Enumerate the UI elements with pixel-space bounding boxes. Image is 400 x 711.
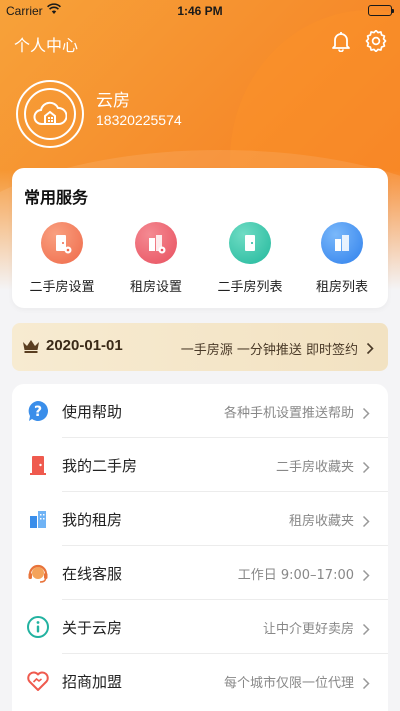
menu-item-title: 在线客服 [62, 565, 123, 583]
door-list-icon [229, 222, 271, 264]
menu-item-subtitle: 工作日 9:00–17:00 [237, 568, 354, 583]
menu-item-about[interactable]: 关于云房 让中介更好卖房 [12, 600, 388, 654]
status-bar: Carrier 1:46 PM [0, 0, 400, 22]
menu-item-subtitle: 二手房收藏夹 [275, 460, 354, 475]
gear-icon[interactable] [365, 29, 387, 53]
menu-item-help[interactable]: ? 使用帮助 各种手机设置推送帮助 [12, 384, 388, 438]
menu-item-my-used-house[interactable]: 我的二手房 二手房收藏夹 [12, 438, 388, 492]
menu-item-title: 招商加盟 [62, 673, 123, 691]
door-settings-icon [41, 222, 83, 264]
door-icon [26, 453, 50, 477]
chevron-right-icon [362, 567, 370, 586]
handshake-icon [26, 669, 50, 693]
menu-item-online-service[interactable]: 在线客服 工作日 9:00–17:00 [12, 546, 388, 600]
bell-icon[interactable] [330, 30, 352, 53]
service-label: 二手房设置 [29, 280, 95, 295]
common-services-card: 常用服务 二手房设置 租房设置 二手房列表 租房列表 [12, 168, 388, 308]
building-icon [26, 507, 50, 531]
vip-banner[interactable]: 2020-01-01 一手房源 一分钟推送 即时签约 [12, 323, 388, 371]
avatar[interactable] [16, 80, 84, 148]
crown-icon [22, 338, 40, 358]
info-icon [26, 615, 50, 639]
service-label: 租房列表 [315, 280, 368, 295]
menu-item-subtitle: 让中介更好卖房 [262, 622, 354, 637]
services-title: 常用服务 [24, 188, 89, 207]
building-settings-icon [135, 222, 177, 264]
vip-benefits: 一手房源 一分钟推送 即时签约 [180, 343, 358, 358]
battery-icon [368, 5, 394, 16]
page-title: 个人中心 [14, 36, 79, 55]
menu-item-title: 关于云房 [62, 619, 123, 637]
menu-item-subtitle: 各种手机设置推送帮助 [223, 406, 354, 421]
chevron-right-icon [362, 459, 370, 478]
chevron-right-icon [362, 513, 370, 532]
svg-text:?: ? [34, 404, 42, 420]
menu-item-subtitle: 每个城市仅限一位代理 [223, 676, 354, 691]
user-name: 云房 [96, 91, 130, 111]
service-rental-settings[interactable]: 租房设置 [112, 222, 200, 298]
menu-item-subtitle: 租房收藏夹 [288, 514, 354, 529]
clock: 1:46 PM [177, 4, 223, 18]
chevron-right-icon [362, 621, 370, 640]
menu-item-title: 我的租房 [62, 511, 123, 529]
chevron-right-icon [366, 340, 374, 359]
menu-item-title: 我的二手房 [62, 457, 138, 475]
menu-item-title: 使用帮助 [62, 403, 123, 421]
help-icon: ? [26, 399, 50, 423]
service-label: 租房设置 [129, 280, 182, 295]
service-used-house-list[interactable]: 二手房列表 [206, 222, 294, 298]
menu-item-franchise[interactable]: 招商加盟 每个城市仅限一位代理 [12, 654, 388, 708]
service-label: 二手房列表 [217, 280, 283, 295]
building-list-icon [321, 222, 363, 264]
service-rental-list[interactable]: 租房列表 [298, 222, 386, 298]
menu-item-my-rental[interactable]: 我的租房 租房收藏夹 [12, 492, 388, 546]
chevron-right-icon [362, 675, 370, 694]
vip-expiry-date: 2020-01-01 [46, 337, 123, 354]
headset-icon [26, 561, 50, 585]
user-phone: 18320225574 [96, 112, 182, 128]
cloud-house-icon [24, 88, 76, 140]
settings-menu: ? 使用帮助 各种手机设置推送帮助 我的二手房 二手房收藏夹 我的租房 租房收藏… [12, 384, 388, 711]
chevron-right-icon [362, 405, 370, 424]
service-used-house-settings[interactable]: 二手房设置 [18, 222, 106, 298]
